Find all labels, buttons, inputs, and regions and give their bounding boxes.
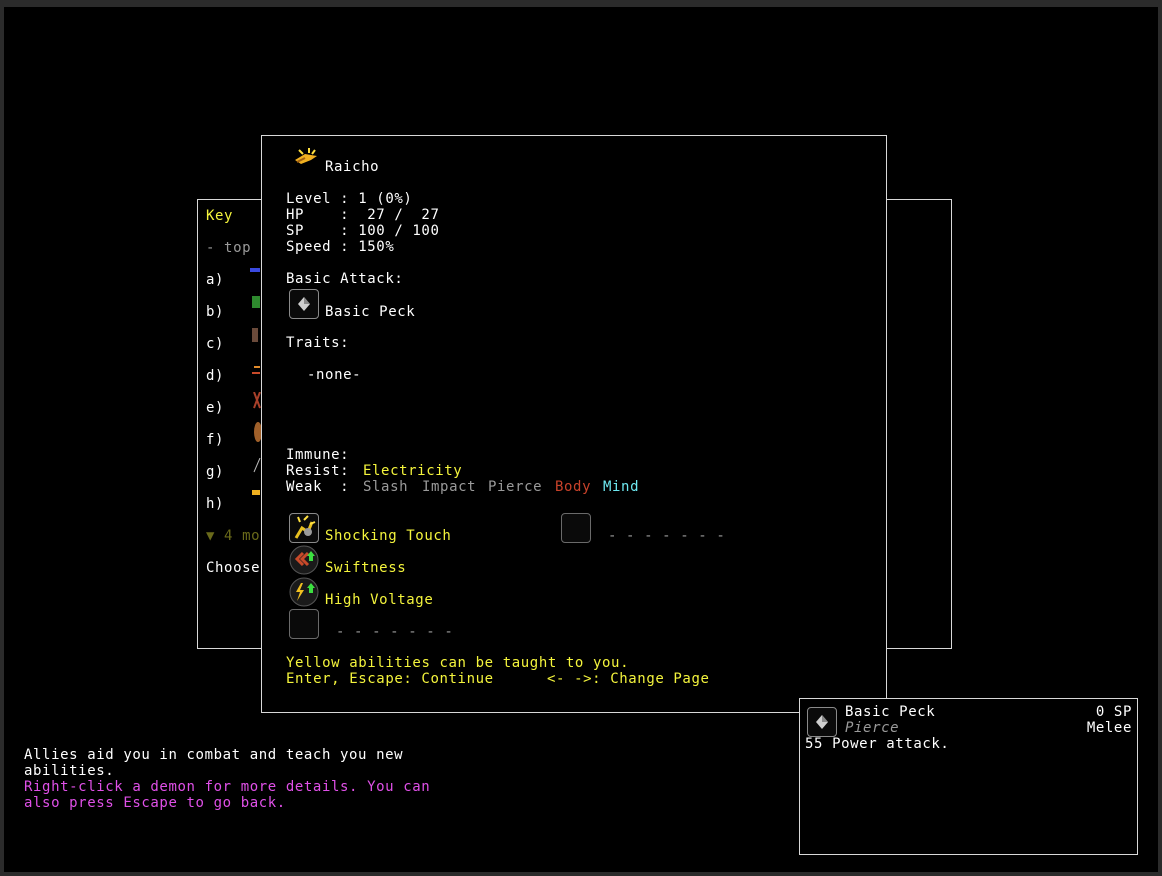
swiftness-icon — [289, 545, 319, 575]
ally-list-row-key: g) — [206, 464, 225, 480]
ally-list-row[interactable]: b) — [206, 296, 266, 320]
basic-peck-icon — [289, 289, 319, 319]
weak-body: Body — [555, 479, 592, 495]
ally-list-row[interactable]: e) — [206, 392, 266, 416]
empty-slot-icon — [561, 513, 591, 543]
immune-label: Immune: — [286, 447, 350, 463]
ability-name: High Voltage — [325, 592, 434, 608]
ability-slot-high-voltage[interactable]: High Voltage — [289, 577, 519, 609]
resist-electricity: Electricity — [363, 463, 463, 479]
ally-list-row-key: h) — [206, 496, 225, 512]
demon-detail-panel: Raicho Level : 1 (0%) HP : 27 / 27 SP : … — [261, 135, 887, 713]
ability-slot-empty[interactable]: - - - - - - - — [289, 609, 489, 641]
ability-name: Shocking Touch — [325, 528, 452, 544]
stat-level: Level : 1 (0%) — [286, 191, 413, 207]
ally-list-row-key: e) — [206, 400, 225, 416]
empty-slot-label: - - - - - - - — [608, 528, 726, 544]
tooltip-range: Melee — [1086, 720, 1132, 736]
message-line: abilities. — [24, 763, 115, 779]
traits-value: -none- — [307, 367, 362, 383]
continue-control[interactable]: Enter, Escape: Continue — [286, 671, 494, 687]
demon-sprite-icon — [252, 328, 258, 342]
change-page-control[interactable]: <- ->: Change Page — [547, 671, 710, 687]
weak-label: Weak : — [286, 479, 350, 495]
ally-list-row[interactable]: h) — [206, 490, 266, 512]
stat-speed: Speed : 150% — [286, 239, 395, 255]
raicho-sprite-icon — [295, 148, 317, 164]
ally-list-row[interactable]: g) — [206, 458, 266, 480]
demon-name: Raicho — [325, 159, 380, 175]
ally-list-row-key: d) — [206, 368, 225, 384]
ability-tooltip: Basic Peck 0 SP Pierce Melee 55 Power at… — [799, 698, 1138, 855]
basic-attack-slot[interactable]: Basic Peck — [289, 289, 489, 321]
ally-list-row[interactable]: d) — [206, 366, 266, 384]
ally-list-row-key: c) — [206, 336, 225, 352]
demon-sprite-icon — [250, 268, 260, 272]
stat-sp: SP : 100 / 100 — [286, 223, 440, 239]
traits-label: Traits: — [286, 335, 350, 351]
message-log: Allies aid you in combat and teach you n… — [24, 747, 504, 817]
shocking-touch-icon — [289, 513, 319, 543]
basic-attack-name: Basic Peck — [325, 304, 416, 320]
ability-slot-shocking-touch[interactable]: Shocking Touch — [289, 513, 519, 545]
ally-list-more-indicator: ▼ 4 mo — [206, 528, 261, 544]
ability-slot-empty[interactable]: - - - - - - - — [561, 513, 761, 545]
ally-list-row-key: b) — [206, 304, 225, 320]
basic-attack-label: Basic Attack: — [286, 271, 404, 287]
weak-impact: Impact — [422, 479, 477, 495]
ally-list-row-key: f) — [206, 432, 225, 448]
weak-pierce: Pierce — [488, 479, 543, 495]
ally-list-row[interactable]: a) — [206, 268, 266, 288]
stat-hp: HP : 27 / 27 — [286, 207, 440, 223]
demon-sprite-icon — [252, 296, 260, 308]
tooltip-description: 55 Power attack. — [805, 736, 950, 752]
ally-list-top-marker: - top — [206, 240, 252, 256]
message-line: Right-click a demon for more details. Yo… — [24, 779, 431, 795]
teach-hint-text: abilities can be taught to you. — [340, 655, 630, 671]
message-line: also press Escape to go back. — [24, 795, 286, 811]
ally-list-row-key: a) — [206, 272, 225, 288]
ally-list-row[interactable]: f) — [206, 422, 266, 448]
resist-label: Resist: — [286, 463, 350, 479]
ally-list-row[interactable]: c) — [206, 328, 266, 352]
tooltip-ability-name: Basic Peck — [845, 704, 936, 720]
ally-list-prompt: Choose — [206, 560, 261, 576]
ability-slot-swiftness[interactable]: Swiftness — [289, 545, 519, 577]
message-line: Allies aid you in combat and teach you n… — [24, 747, 404, 763]
tooltip-cost: 0 SP — [1095, 704, 1132, 720]
weak-mind: Mind — [603, 479, 640, 495]
basic-peck-icon — [807, 707, 837, 737]
tooltip-damage-type: Pierce — [845, 720, 900, 736]
high-voltage-icon — [289, 577, 319, 607]
empty-slot-icon — [289, 609, 319, 639]
empty-slot-label: - - - - - - - — [336, 624, 454, 640]
weak-slash: Slash — [363, 479, 409, 495]
ability-name: Swiftness — [325, 560, 407, 576]
teach-hint: Yellow abilities can be taught to you. — [286, 655, 629, 671]
ally-list-title: Key — [206, 208, 234, 224]
teach-hint-yellow: Yellow — [286, 655, 341, 671]
